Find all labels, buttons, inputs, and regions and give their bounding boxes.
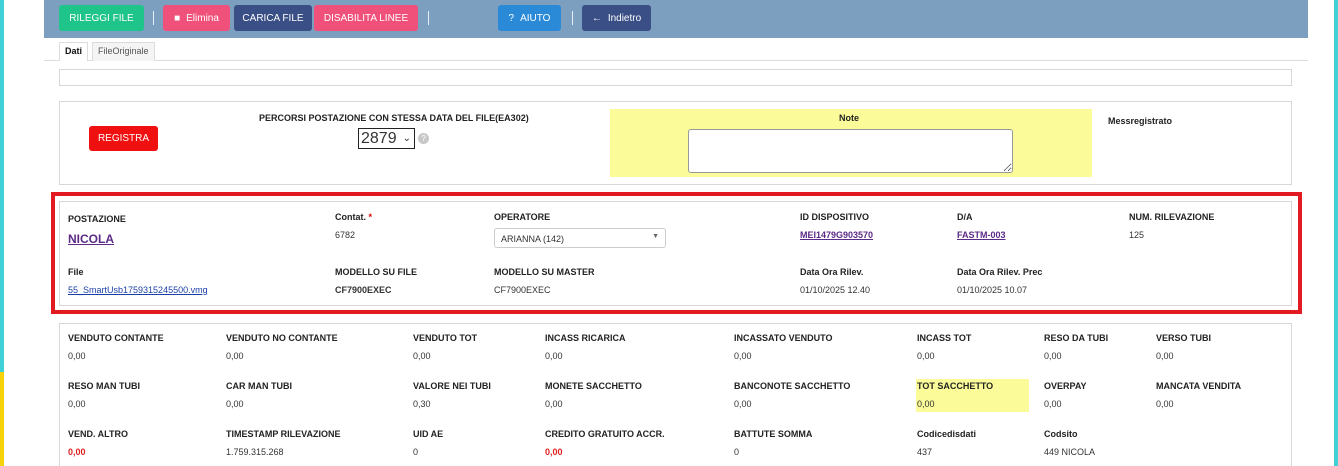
stat-label: CREDITO GRATUITO ACCR. (545, 429, 665, 439)
stat-value: 0,00 (1156, 399, 1174, 409)
stat-value: 0,00 (68, 447, 86, 457)
stat-value: 0,00 (734, 351, 752, 361)
reload-file-button[interactable]: RILEGGI FILE (59, 5, 144, 31)
note-textarea[interactable] (688, 129, 1013, 173)
stat-label: UID AE (413, 429, 444, 439)
stat-label: BANCONOTE SACCHETTO (734, 381, 851, 391)
stat-label: TOT SACCHETTO (917, 381, 994, 391)
highlight-frame (51, 192, 1302, 314)
delete-label: Elimina (186, 12, 219, 24)
stat-label: VENDUTO NO CONTANTE (226, 333, 338, 343)
toolbar: RILEGGI FILE ■ Elimina CARICA FILE DISABI… (44, 0, 1308, 38)
stat-value: 0,00 (226, 351, 244, 361)
back-button[interactable]: ← Indietro (582, 5, 651, 31)
stats-panel: VENDUTO CONTANTE 0,00 VENDUTO NO CONTANT… (59, 323, 1292, 466)
arrow-left-icon: ← (591, 12, 602, 24)
stat-value: 0 (734, 447, 740, 457)
stat-label: INCASS TOT (917, 333, 972, 343)
stat-value: 1.759.315.268 (226, 447, 284, 457)
question-icon: ? (508, 12, 515, 24)
trash-icon: ■ (174, 12, 181, 24)
stat-value: 0,00 (1044, 351, 1062, 361)
stat-value: 0,00 (545, 351, 563, 361)
stat-label: VENDUTO CONTANTE (68, 333, 164, 343)
stat-label: RESO MAN TUBI (68, 381, 140, 391)
register-button[interactable]: REGISTRA (89, 126, 158, 151)
toolbar-separator (428, 11, 429, 25)
stat-value: 0,00 (1156, 351, 1174, 361)
left-accent-bar-yellow (0, 372, 4, 466)
percorsi-select[interactable]: 2879 ⌄ (358, 128, 415, 149)
stat-label: INCASSATO VENDUTO (734, 333, 833, 343)
stat-value: 0,00 (68, 351, 86, 361)
stat-label: Codsito (1044, 429, 1078, 439)
reload-file-label: RILEGGI FILE (69, 12, 134, 24)
help-button[interactable]: ? AIUTO (498, 5, 561, 31)
disable-lines-button[interactable]: DISABILITA LINEE (314, 5, 418, 31)
stat-value: 0,00 (734, 399, 752, 409)
stat-value: 0,00 (917, 351, 935, 361)
toolbar-separator (572, 11, 573, 25)
load-file-button[interactable]: CARICA FILE (234, 5, 312, 31)
right-accent-bar (1334, 0, 1338, 466)
stat-label: VALORE NEI TUBI (413, 381, 491, 391)
stat-value: 0,00 (917, 399, 935, 409)
note-label: Note (839, 113, 859, 123)
note-panel: Note (610, 109, 1092, 177)
stat-label: OVERPAY (1044, 381, 1087, 391)
stat-label: VEND. ALTRO (68, 429, 128, 439)
disable-lines-label: DISABILITA LINEE (323, 12, 409, 24)
messregistrato-label: Messregistrato (1108, 116, 1173, 126)
back-label: Indietro (607, 12, 642, 24)
stat-label: VERSO TUBI (1156, 333, 1212, 343)
stat-value: 0 (413, 447, 419, 457)
chevron-down-icon: ⌄ (402, 133, 411, 144)
tab-bar: Dati FileOriginale (44, 38, 1308, 62)
stat-value: 0,30 (413, 399, 431, 409)
stat-value: 0,00 (545, 447, 563, 457)
stat-label: MONETE SACCHETTO (545, 381, 642, 391)
stat-label: MANCATA VENDITA (1156, 381, 1242, 391)
delete-button[interactable]: ■ Elimina (163, 5, 230, 31)
percorsi-label: PERCORSI POSTAZIONE CON STESSA DATA DEL … (259, 113, 529, 123)
load-file-label: CARICA FILE (242, 12, 304, 24)
stat-label: Codicedisdati (917, 429, 977, 439)
percorsi-select-value: 2879 (361, 130, 397, 147)
stat-value: 0,00 (226, 399, 244, 409)
stat-value: 449 NICOLA (1044, 447, 1096, 457)
stat-value: 437 (917, 447, 933, 457)
register-panel: REGISTRA PERCORSI POSTAZIONE CON STESSA … (59, 101, 1292, 185)
toolbar-separator (153, 11, 154, 25)
stat-label: INCASS RICARICA (545, 333, 626, 343)
empty-info-bar (59, 69, 1292, 86)
tab-file-originale[interactable]: FileOriginale (92, 42, 155, 61)
stat-value: 0,00 (413, 351, 431, 361)
stat-label: RESO DA TUBI (1044, 333, 1109, 343)
help-question-icon[interactable]: ? (418, 133, 429, 144)
stat-value: 0,00 (545, 399, 563, 409)
stat-label: BATTUTE SOMMA (734, 429, 813, 439)
stat-value: 0,00 (1044, 399, 1062, 409)
tab-dati[interactable]: Dati (59, 42, 89, 62)
stat-label: CAR MAN TUBI (226, 381, 292, 391)
help-label: AIUTO (520, 12, 551, 24)
stat-label: TIMESTAMP RILEVAZIONE (226, 429, 341, 439)
stat-value: 0,00 (68, 399, 86, 409)
stat-label: VENDUTO TOT (413, 333, 478, 343)
